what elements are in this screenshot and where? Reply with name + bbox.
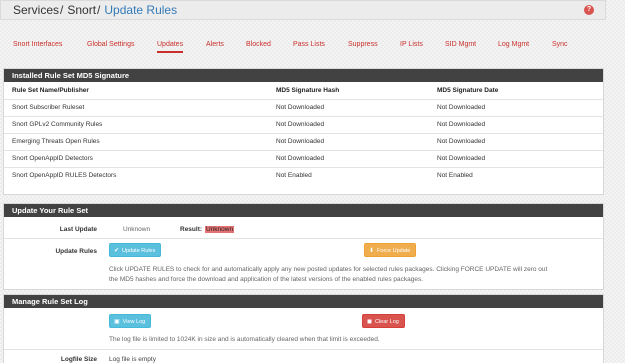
md5-date: Not Downloaded bbox=[437, 132, 603, 150]
manage-log-panel: Manage Rule Set Log ▣ View Log ◼ Clear Log… bbox=[3, 294, 604, 363]
panel-heading: Update Your Rule Set bbox=[4, 204, 603, 217]
breadcrumb-separator: / bbox=[97, 3, 101, 17]
tab-sid-mgmt[interactable]: SID Mgmt bbox=[445, 41, 476, 48]
ruleset-name: Snort OpenAppID Detectors bbox=[4, 149, 276, 167]
column-header: MD5 Signature Date bbox=[437, 86, 499, 94]
download-icon: ⬇ bbox=[369, 248, 375, 254]
md5-hash: Not Downloaded bbox=[276, 149, 437, 167]
breadcrumb: Services/Snort/Update Rules bbox=[13, 3, 177, 17]
tab-updates[interactable]: Updates bbox=[157, 41, 184, 53]
force-update-button[interactable]: ⬇ Force Update bbox=[364, 243, 417, 257]
ruleset-name: Emerging Threats Open Rules bbox=[4, 132, 276, 150]
tab-bar: Snort Interfaces Global Settings Updates… bbox=[0, 27, 606, 57]
clear-log-button[interactable]: ◼ Clear Log bbox=[362, 314, 405, 328]
md5-hash: Not Downloaded bbox=[276, 98, 437, 116]
md5-hash: Not Enabled bbox=[276, 166, 437, 184]
tab-ip-lists[interactable]: IP Lists bbox=[400, 41, 423, 48]
tab-alerts[interactable]: Alerts bbox=[206, 41, 224, 48]
update-help-line: the MD5 hashes and force the download an… bbox=[109, 276, 424, 283]
breadcrumb-services[interactable]: Services bbox=[13, 3, 59, 17]
ruleset-table: Rule Set Name/Publisher MD5 Signature Ha… bbox=[4, 82, 603, 184]
tab-log-mgmt[interactable]: Log Mgmt bbox=[498, 41, 529, 48]
tab-sync[interactable]: Sync bbox=[552, 41, 568, 48]
md5-date: Not Downloaded bbox=[437, 98, 603, 116]
file-icon: ▣ bbox=[114, 319, 120, 325]
update-help-text: Click UPDATE RULES to check for and auto… bbox=[109, 265, 601, 285]
check-icon: ✔ bbox=[114, 248, 120, 254]
log-help-text: The log file is limited to 1024K in size… bbox=[109, 336, 380, 343]
logfile-size-label: Logfile Size bbox=[60, 356, 97, 363]
clear-log-button-label: Clear Log bbox=[374, 319, 399, 325]
tab-suppress[interactable]: Suppress bbox=[348, 41, 378, 48]
table-row: Snort GPLv2 Community Rules Not Download… bbox=[4, 115, 603, 133]
breadcrumb-snort[interactable]: Snort bbox=[67, 3, 96, 17]
update-rules-button[interactable]: ✔ Update Rules bbox=[109, 243, 162, 257]
view-log-button-label: View Log bbox=[122, 319, 146, 325]
table-header-row: Rule Set Name/Publisher MD5 Signature Ha… bbox=[4, 82, 603, 99]
divider bbox=[4, 349, 603, 350]
column-header: Rule Set Name/Publisher bbox=[12, 86, 89, 94]
update-rules-label: Update Rules bbox=[55, 248, 97, 255]
trash-icon: ◼ bbox=[367, 319, 372, 325]
update-ruleset-panel: Update Your Rule Set Last Update Unknown… bbox=[3, 203, 604, 290]
installed-ruleset-panel: Installed Rule Set MD5 Signature Rule Se… bbox=[3, 68, 604, 195]
result-value: Unknown bbox=[205, 226, 235, 233]
panel-heading: Installed Rule Set MD5 Signature bbox=[4, 69, 603, 82]
column-header: MD5 Signature Hash bbox=[276, 86, 340, 94]
help-icon[interactable]: ? bbox=[584, 5, 594, 15]
page-header: Services/Snort/Update Rules ? bbox=[0, 0, 606, 20]
table-row: Snort OpenAppID Detectors Not Downloaded… bbox=[4, 149, 603, 167]
table-row: Emerging Threats Open Rules Not Download… bbox=[4, 132, 603, 150]
table-row: Snort OpenAppID RULES Detectors Not Enab… bbox=[4, 166, 603, 184]
table-row: Snort Subscriber Ruleset Not Downloaded … bbox=[4, 98, 603, 116]
divider bbox=[4, 238, 603, 239]
logfile-size-value: Log file is empty bbox=[109, 356, 156, 363]
tab-blocked[interactable]: Blocked bbox=[246, 41, 271, 48]
breadcrumb-current[interactable]: Update Rules bbox=[104, 3, 177, 17]
panel-heading: Manage Rule Set Log bbox=[4, 295, 603, 308]
ruleset-name: Snort GPLv2 Community Rules bbox=[4, 115, 276, 133]
update-help-line: Click UPDATE RULES to check for and auto… bbox=[109, 266, 548, 273]
last-update-value: Unknown bbox=[123, 226, 151, 233]
view-log-button[interactable]: ▣ View Log bbox=[109, 314, 152, 328]
update-rules-button-label: Update Rules bbox=[122, 248, 156, 254]
md5-date: Not Enabled bbox=[437, 166, 603, 184]
force-update-button-label: Force Update bbox=[377, 248, 411, 254]
tab-global-settings[interactable]: Global Settings bbox=[87, 41, 134, 48]
ruleset-name: Snort Subscriber Ruleset bbox=[4, 98, 276, 116]
ruleset-name: Snort OpenAppID RULES Detectors bbox=[4, 166, 276, 184]
md5-date: Not Downloaded bbox=[437, 149, 603, 167]
last-update-label: Last Update bbox=[59, 226, 97, 233]
md5-hash: Not Downloaded bbox=[276, 115, 437, 133]
md5-date: Not Downloaded bbox=[437, 115, 603, 133]
breadcrumb-separator: / bbox=[60, 3, 64, 17]
page: Services/Snort/Update Rules ? Snort Inte… bbox=[0, 0, 606, 363]
tab-snort-interfaces[interactable]: Snort Interfaces bbox=[13, 41, 62, 48]
result-label: Result: bbox=[180, 226, 203, 233]
md5-hash: Not Downloaded bbox=[276, 132, 437, 150]
tab-pass-lists[interactable]: Pass Lists bbox=[293, 41, 325, 48]
